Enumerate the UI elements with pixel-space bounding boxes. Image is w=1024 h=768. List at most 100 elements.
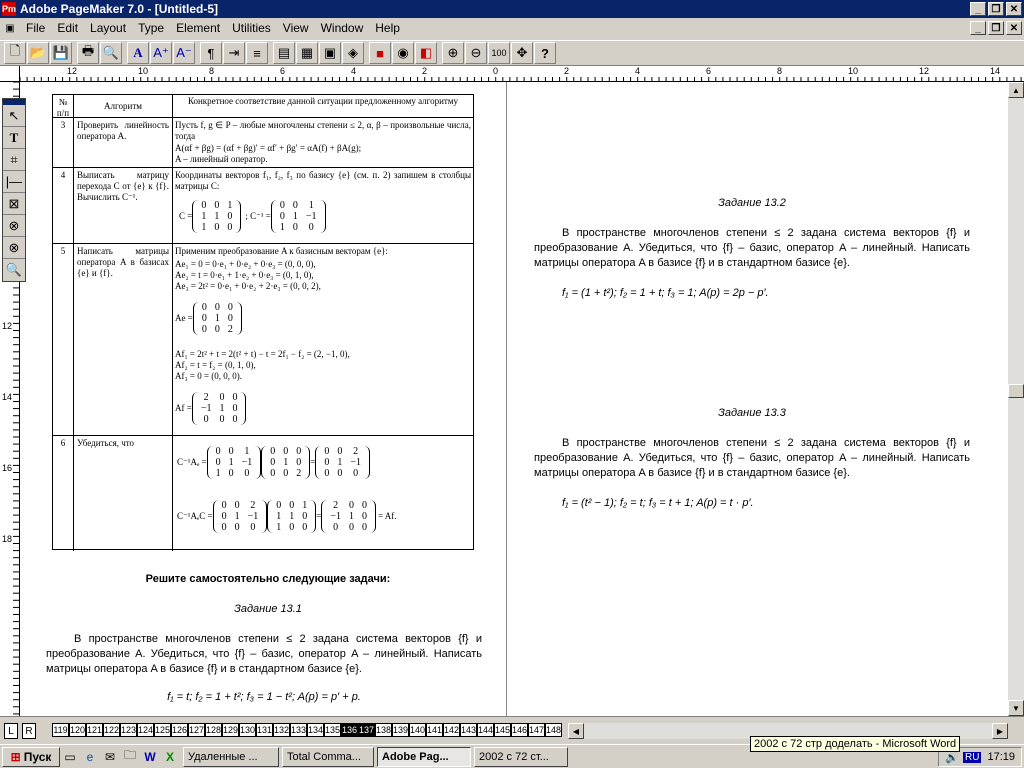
master-right-page[interactable]: R [22, 723, 36, 739]
master-left-page[interactable]: L [4, 723, 18, 739]
excel-icon[interactable]: X [162, 749, 178, 765]
palette-icon[interactable]: ◈ [342, 42, 364, 64]
page-icon-130[interactable]: 130 [239, 723, 256, 737]
page-icon-125[interactable]: 125 [154, 723, 171, 737]
indent-icon[interactable]: ⇥ [223, 42, 245, 64]
page-icon-144[interactable]: 144 [477, 723, 494, 737]
pointer-tool-icon[interactable]: ↖ [3, 105, 25, 127]
page-icon-123[interactable]: 123 [120, 723, 137, 737]
page-icon-148[interactable]: 148 [545, 723, 562, 737]
page-icon-129[interactable]: 129 [222, 723, 239, 737]
place-icon[interactable]: ▤ [273, 42, 295, 64]
pdf-icon[interactable]: ◧ [415, 42, 437, 64]
rectangle-frame-tool-icon[interactable]: ⊠ [3, 193, 25, 215]
task-pagemaker[interactable]: Adobe Pag... [377, 746, 471, 767]
ruler-corner[interactable] [0, 66, 20, 82]
doc-minimize-button[interactable]: _ [970, 21, 986, 35]
scroll-down-icon[interactable]: ▼ [1008, 700, 1024, 716]
scroll-up-icon[interactable]: ▲ [1008, 82, 1024, 98]
page-icon-143[interactable]: 143 [460, 723, 477, 737]
text-size-up-icon[interactable]: A⁺ [150, 42, 172, 64]
page-icon-133[interactable]: 133 [290, 723, 307, 737]
page-icon-140[interactable]: 140 [409, 723, 426, 737]
line-tool-icon[interactable]: |— [3, 171, 25, 193]
zoom-tool-icon[interactable]: 🔍 [3, 259, 25, 281]
menu-help[interactable]: Help [369, 21, 406, 35]
doc-icon[interactable]: ▣ [2, 20, 18, 36]
maximize-button[interactable]: ❐ [988, 2, 1004, 16]
text-tool-icon[interactable]: T [3, 127, 25, 149]
page-icon-128[interactable]: 128 [205, 723, 222, 737]
page-icon-124[interactable]: 124 [137, 723, 154, 737]
page-icon-122[interactable]: 122 [103, 723, 120, 737]
minimize-button[interactable]: _ [970, 2, 986, 16]
doc-restore-button[interactable]: ❐ [988, 21, 1004, 35]
page-icon-132[interactable]: 132 [273, 723, 290, 737]
volume-icon[interactable]: 🔊 [945, 751, 959, 764]
page-icon-121[interactable]: 121 [86, 723, 103, 737]
page-spread[interactable]: № п/п Алгоритм Конкретное соответствие д… [20, 82, 1008, 716]
page-icon-142[interactable]: 142 [443, 723, 460, 737]
globe-icon[interactable]: ◉ [392, 42, 414, 64]
color-icon[interactable]: ■ [369, 42, 391, 64]
text-a-icon[interactable]: A [127, 42, 149, 64]
menu-edit[interactable]: Edit [51, 21, 84, 35]
fit-icon[interactable]: ✥ [511, 42, 533, 64]
polygon-frame-tool-icon[interactable]: ⊗ [3, 237, 25, 259]
find-icon[interactable]: 🔍 [100, 42, 122, 64]
ie-icon[interactable]: e [82, 749, 98, 765]
ellipse-frame-tool-icon[interactable]: ⊗ [3, 215, 25, 237]
page-icon-137[interactable]: 137 [358, 723, 375, 737]
menu-type[interactable]: Type [132, 21, 170, 35]
new-icon[interactable]: 🗋 [4, 42, 26, 64]
crop-tool-icon[interactable]: ⌗ [3, 149, 25, 171]
page-icon-127[interactable]: 127 [188, 723, 205, 737]
scroll-thumb[interactable] [1008, 384, 1024, 398]
vertical-scrollbar[interactable]: ▲ ▼ [1008, 82, 1024, 716]
language-indicator[interactable]: RU [963, 751, 982, 763]
text-size-down-icon[interactable]: A⁻ [173, 42, 195, 64]
desktop-icon[interactable]: ▭ [62, 749, 78, 765]
page-icon-135[interactable]: 135 [324, 723, 341, 737]
menu-file[interactable]: File [20, 21, 51, 35]
doc-close-button[interactable]: ✕ [1006, 21, 1022, 35]
page-icon-131[interactable]: 131 [256, 723, 273, 737]
scroll-right-icon[interactable]: ▶ [992, 723, 1008, 739]
menu-window[interactable]: Window [315, 21, 370, 35]
menu-layout[interactable]: Layout [84, 21, 132, 35]
menu-utilities[interactable]: Utilities [226, 21, 277, 35]
text-icon[interactable]: ≡ [246, 42, 268, 64]
pagemaker-icon[interactable]: Pm [2, 2, 16, 16]
page-icon-134[interactable]: 134 [307, 723, 324, 737]
page-icon-126[interactable]: 126 [171, 723, 188, 737]
horizontal-ruler[interactable]: 12 10 8 6 4 2 0 2 4 6 8 10 12 14 [20, 66, 1024, 82]
scroll-left-icon[interactable]: ◀ [568, 723, 584, 739]
help-icon[interactable]: ? [534, 42, 556, 64]
task-word[interactable]: 2002 с 72 ст... [474, 746, 568, 767]
actual-size-icon[interactable]: 100 [488, 42, 510, 64]
task-total-commander[interactable]: Total Comma... [282, 746, 374, 767]
page-icon-145[interactable]: 145 [494, 723, 511, 737]
zoom-in-icon[interactable]: ⊕ [442, 42, 464, 64]
page-icon-147[interactable]: 147 [528, 723, 545, 737]
paragraph-icon[interactable]: ¶ [200, 42, 222, 64]
save-icon[interactable]: 💾 [50, 42, 72, 64]
page-icon-119[interactable]: 119 [52, 723, 69, 737]
page-icon-136[interactable]: 136 [341, 723, 358, 737]
page-icon-139[interactable]: 139 [392, 723, 409, 737]
page-icon-120[interactable]: 120 [69, 723, 86, 737]
open-icon[interactable]: 📂 [27, 42, 49, 64]
picture-icon[interactable]: ▣ [319, 42, 341, 64]
close-button[interactable]: ✕ [1006, 2, 1022, 16]
page-icon-141[interactable]: 141 [426, 723, 443, 737]
explorer-icon[interactable]: 🗀 [122, 748, 138, 765]
start-button[interactable]: ⊞ Пуск [2, 746, 60, 767]
task-deleted[interactable]: Удаленные ... [183, 746, 279, 767]
page-icon-146[interactable]: 146 [511, 723, 528, 737]
outlook-icon[interactable]: ✉ [102, 749, 118, 765]
word-icon[interactable]: W [142, 749, 158, 765]
clock[interactable]: 17:19 [987, 751, 1015, 763]
page-icon-138[interactable]: 138 [375, 723, 392, 737]
print-icon[interactable]: 🖶 [77, 42, 99, 64]
menu-element[interactable]: Element [170, 21, 226, 35]
